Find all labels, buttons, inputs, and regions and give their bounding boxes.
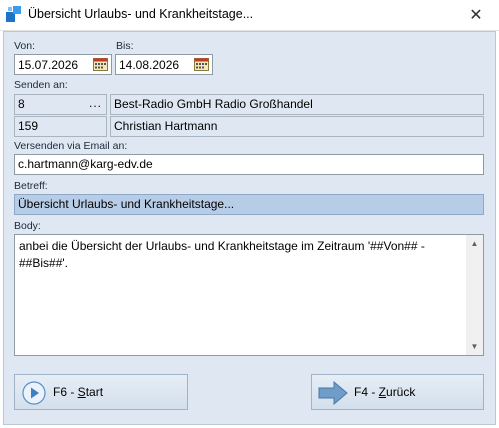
body-textarea[interactable]: anbei die Übersicht der Urlaubs- und Kra…: [14, 234, 484, 356]
play-icon: [22, 381, 46, 405]
subject-value: Übersicht Urlaubs- und Krankheitstage...: [18, 197, 235, 211]
von-label: Von:: [14, 40, 36, 52]
close-button[interactable]: ✕: [453, 0, 499, 30]
window-title: Übersicht Urlaubs- und Krankheitstage...: [28, 7, 254, 21]
body-scrollbar[interactable]: ▲ ▼: [466, 235, 483, 355]
bis-date-input[interactable]: 14.08.2026: [115, 54, 213, 75]
recipient-code-2: 159: [18, 119, 39, 133]
subject-label: Betreff:: [14, 180, 48, 192]
subject-input[interactable]: Übersicht Urlaubs- und Krankheitstage...: [14, 194, 484, 215]
start-button-label: F6 - Start: [53, 385, 104, 399]
browse-dots-button[interactable]: ...: [89, 96, 102, 110]
body-text: anbei die Übersicht der Urlaubs- und Kra…: [19, 239, 425, 270]
recipient-name-field-1: Best-Radio GmbH Radio Großhandel: [110, 94, 484, 115]
dialog-client-area: Von: 15.07.2026 Bis: 14.08.2026 Senden a…: [3, 31, 496, 425]
scroll-down-arrow-icon[interactable]: ▼: [466, 338, 483, 355]
recipient-name-1: Best-Radio GmbH Radio Großhandel: [114, 97, 313, 111]
back-button-label: F4 - Zurück: [354, 385, 416, 399]
arrow-right-icon: [318, 381, 348, 405]
bis-label: Bis:: [116, 40, 134, 52]
email-input[interactable]: c.hartmann@karg-edv.de: [14, 154, 484, 175]
scroll-up-arrow-icon[interactable]: ▲: [466, 235, 483, 252]
calendar-icon[interactable]: [93, 58, 108, 71]
calendar-icon[interactable]: [194, 58, 209, 71]
app-icon: [6, 6, 21, 22]
recipient-name-field-2: Christian Hartmann: [110, 116, 484, 137]
senden-an-label: Senden an:: [14, 79, 68, 91]
recipient-code-field-1[interactable]: 8 ...: [14, 94, 107, 115]
start-button[interactable]: F6 - Start: [14, 374, 188, 410]
bis-date-value: 14.08.2026: [119, 58, 180, 72]
recipient-code-1: 8: [18, 97, 25, 111]
close-icon: ✕: [469, 7, 483, 24]
email-label: Versenden via Email an:: [14, 140, 128, 152]
email-value: c.hartmann@karg-edv.de: [18, 157, 153, 171]
body-label: Body:: [14, 220, 41, 232]
recipient-name-2: Christian Hartmann: [114, 119, 218, 133]
back-button[interactable]: F4 - Zurück: [311, 374, 484, 410]
recipient-code-field-2[interactable]: 159: [14, 116, 107, 137]
von-date-input[interactable]: 15.07.2026: [14, 54, 112, 75]
von-date-value: 15.07.2026: [18, 58, 79, 72]
title-bar: Übersicht Urlaubs- und Krankheitstage...…: [0, 0, 499, 31]
